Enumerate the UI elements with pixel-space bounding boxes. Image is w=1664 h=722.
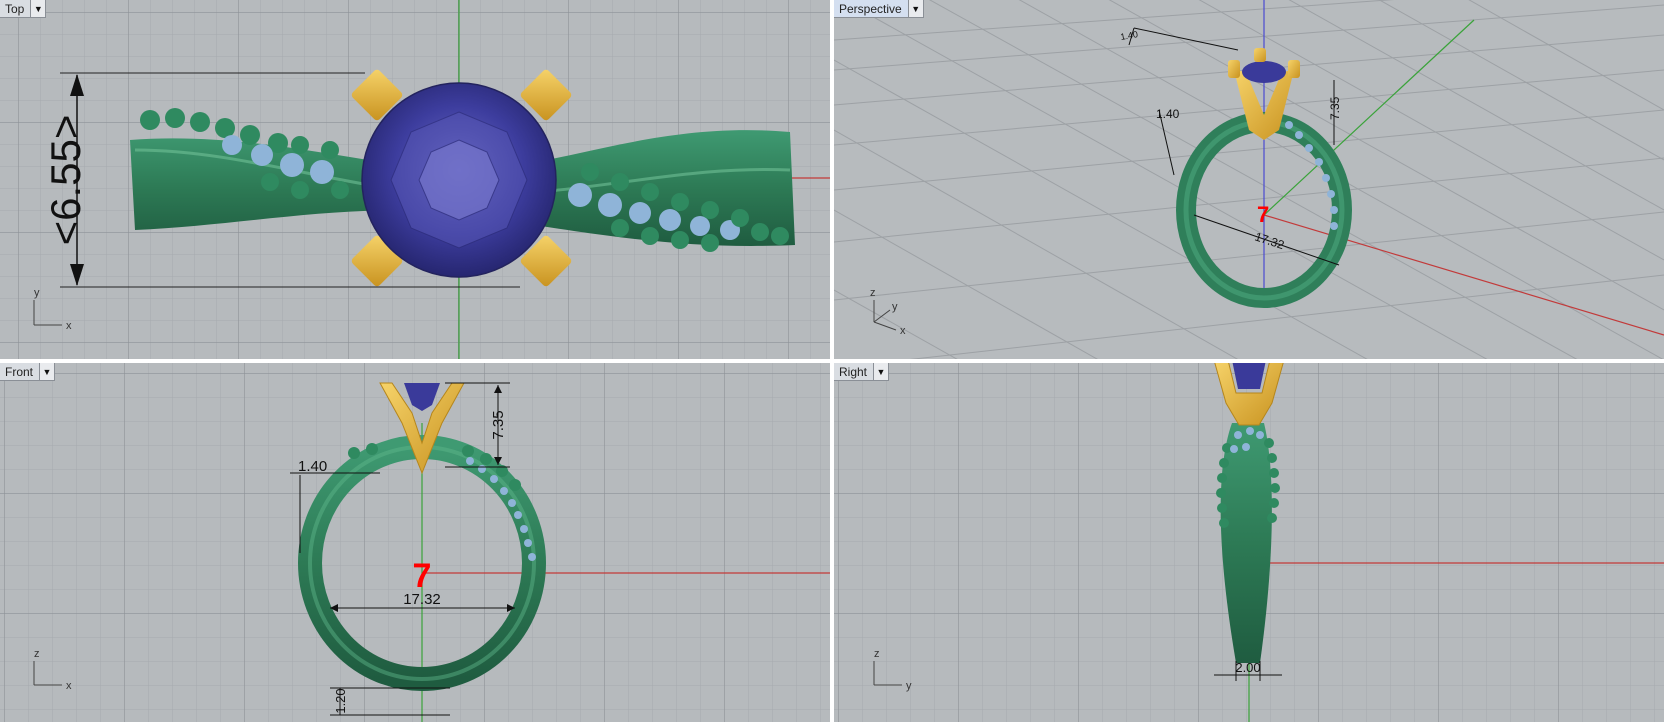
viewport-front[interactable]: Front ▼ 1.40 7.35 17.32 1.20 7 z x xyxy=(0,363,830,722)
viewport-perspective[interactable]: Perspective ▼ 1.40 1.40 7.35 17.32 7 z y… xyxy=(834,0,1664,359)
triangle-down-icon[interactable]: ▼ xyxy=(31,0,47,18)
viewport-label[interactable]: Front xyxy=(0,363,41,381)
svg-text:z: z xyxy=(870,287,876,299)
viewport-label[interactable]: Top xyxy=(0,0,32,18)
viewport-tab-top[interactable]: Top ▼ xyxy=(0,0,47,18)
svg-text:y: y xyxy=(892,301,898,313)
perspective-dim-width: 1.40 xyxy=(1156,107,1180,121)
front-dim-height: 7.35 xyxy=(490,410,507,439)
perspective-dim-height: 7.35 xyxy=(1328,96,1342,120)
viewport-label[interactable]: Right xyxy=(834,363,875,381)
front-view-canvas[interactable]: 1.40 7.35 17.32 1.20 7 z x xyxy=(0,363,830,722)
dimension-label: <6.55> xyxy=(42,115,89,246)
front-dim-bottom: 1.20 xyxy=(333,688,348,713)
viewport-label[interactable]: Perspective xyxy=(834,0,909,18)
triangle-down-icon[interactable]: ▼ xyxy=(874,363,890,381)
triangle-down-icon[interactable]: ▼ xyxy=(40,363,56,381)
front-dim-width: 1.40 xyxy=(298,458,327,475)
triangle-down-icon[interactable]: ▼ xyxy=(908,0,924,18)
perspective-view-canvas[interactable]: 1.40 1.40 7.35 17.32 7 z y x xyxy=(834,0,1664,359)
viewport-tab-perspective[interactable]: Perspective ▼ xyxy=(834,0,924,18)
svg-text:x: x xyxy=(66,680,72,692)
viewport-tab-front[interactable]: Front ▼ xyxy=(0,363,56,381)
svg-text:x: x xyxy=(900,325,906,337)
center-gem xyxy=(361,82,557,278)
viewport-right[interactable]: Right ▼ 2.00 z y xyxy=(834,363,1664,722)
svg-text:z: z xyxy=(874,648,880,660)
svg-text:y: y xyxy=(34,287,40,299)
right-view-canvas[interactable]: 2.00 z y xyxy=(834,363,1664,722)
top-view-canvas[interactable]: <6.55> y x xyxy=(0,0,830,359)
viewport-tab-right[interactable]: Right ▼ xyxy=(834,363,890,381)
svg-text:z: z xyxy=(34,648,40,660)
viewport-top[interactable]: Top ▼ <6.55> y x xyxy=(0,0,830,359)
right-dim-bottom: 2.00 xyxy=(1235,660,1260,675)
ring-size-label: 7 xyxy=(1257,202,1269,227)
svg-text:x: x xyxy=(66,320,72,332)
svg-text:y: y xyxy=(906,680,912,692)
ring-size-label: 7 xyxy=(413,557,432,595)
